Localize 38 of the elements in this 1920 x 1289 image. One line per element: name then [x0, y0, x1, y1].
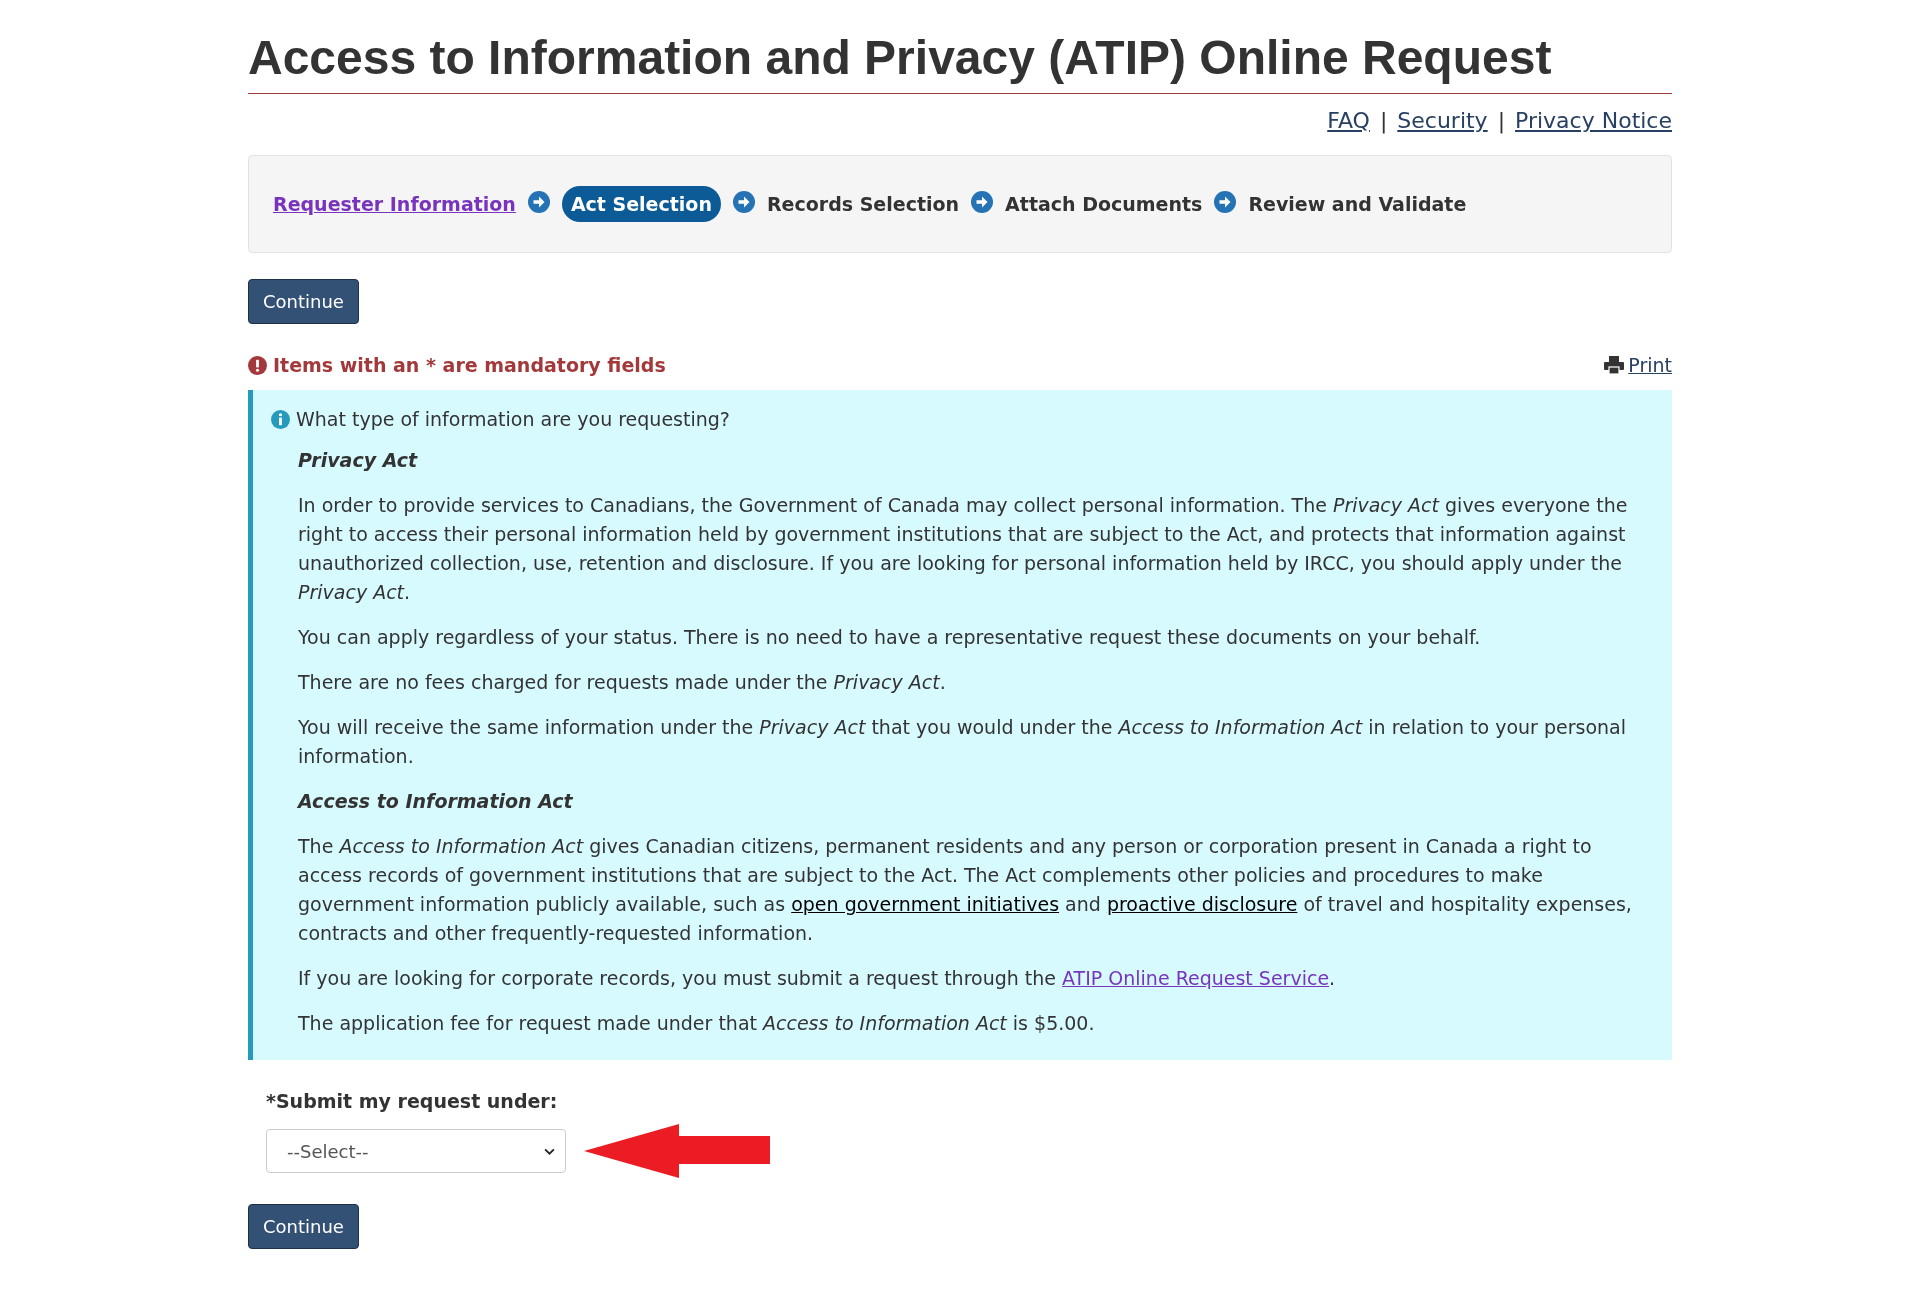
info-icon — [271, 409, 290, 429]
inline-link[interactable]: ATIP Online Request Service — [1062, 967, 1330, 989]
paragraph: You will receive the same information under the Privacy Act that you would under the Access to Information Act in relation to your personal information. — [298, 715, 1627, 769]
arrow-circle-icon — [527, 191, 550, 213]
select-dropdown[interactable]: --Select-- — [266, 1129, 566, 1173]
inline-link[interactable]: open government initiatives — [791, 893, 1060, 915]
paragraph: There are no fees charged for requests made under the Privacy Act. — [298, 670, 947, 695]
header-link[interactable]: FAQ — [1327, 108, 1370, 133]
arrow-circle-icon — [732, 191, 755, 213]
field-label: *Submit my request under: — [266, 1090, 559, 1112]
separator: | — [1497, 108, 1506, 133]
paragraph: The application fee for request made under that Access to Information Act is $5.00. — [298, 1011, 1096, 1036]
step-link[interactable]: Requester Information — [273, 187, 516, 221]
arrow-circle-icon — [1214, 191, 1237, 213]
section-heading: Privacy Act — [298, 448, 419, 473]
print-link[interactable]: Print — [1604, 354, 1672, 376]
continue-button[interactable]: Continue — [248, 279, 359, 324]
continue-button[interactable]: Continue — [248, 1204, 359, 1249]
step-item: Act Selection — [561, 186, 721, 222]
exclamation-icon — [248, 355, 267, 375]
section-heading: Access to Information Act — [298, 789, 574, 814]
printer-icon — [1604, 356, 1625, 374]
separator: | — [1379, 108, 1388, 133]
step-item: Records Selection — [766, 192, 960, 217]
inline-link[interactable]: proactive disclosure — [1106, 893, 1298, 915]
header-link[interactable]: Security — [1397, 108, 1488, 133]
paragraph: You can apply regardless of your status. There is no need to have a representative request these documents on your behalf. — [298, 625, 1482, 650]
step-item: Attach Documents — [1005, 192, 1203, 217]
paragraph: If you are looking for corporate records, you must submit a request through the ATIP Online Request Service. — [298, 966, 1337, 991]
chevron-down-icon — [544, 1147, 555, 1155]
step-item: Review and Validate — [1248, 192, 1467, 217]
mandatory-note: Items with an * are mandatory fields — [273, 354, 666, 376]
arrow-circle-icon — [971, 191, 994, 213]
question-text: What type of information are you requesting? — [296, 408, 730, 430]
paragraph: In order to provide services to Canadians, the Government of Canada may collect personal information. The Privacy Act gives everyone the right to access their personal information held by government institutions that are subject to the Act, and protects that information against unauthorized collection, use, retention and disclosure. If you are looking for personal information held by IRCC, you should apply under the Privacy Act. — [298, 493, 1629, 605]
header-link[interactable]: Privacy Notice — [1515, 108, 1672, 133]
page-title: Access to Information and Privacy (ATIP) Online Request — [248, 30, 1672, 94]
paragraph: The Access to Information Act gives Canadian citizens, permanent residents and any person or corporation present in Canada a right to access records of government institutions that are subject to the Act. The Act complements other policies and procedures to make government information publicly available, such as open government initiatives and proactive disclosure of travel and hospitality expenses, contracts and other frequently-requested information. — [298, 834, 1633, 946]
